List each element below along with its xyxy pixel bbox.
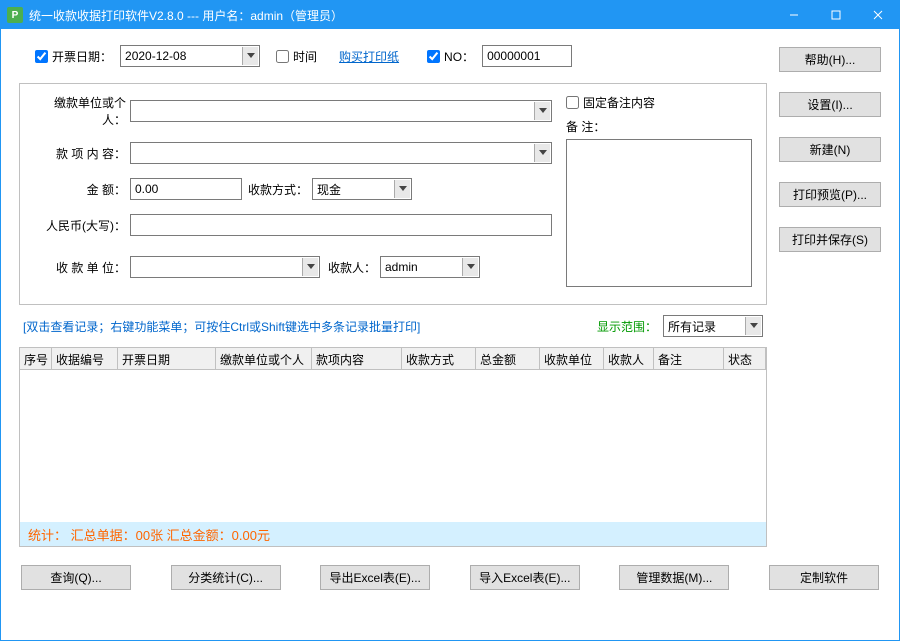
form-box: 缴款单位或个人： 款 项 内 容： [19, 83, 767, 305]
pay-method-label: 收款方式： [242, 181, 312, 198]
fixed-remark-checkbox[interactable]: 固定备注内容 [566, 94, 655, 111]
rmb-input[interactable] [130, 214, 552, 236]
column-header[interactable]: 备注 [654, 348, 724, 369]
custom-button[interactable]: 定制软件 [769, 565, 879, 590]
no-input[interactable]: 00000001 [482, 45, 572, 67]
rmb-label: 人民币(大写)： [34, 217, 130, 234]
chevron-down-icon [302, 258, 318, 276]
column-header[interactable]: 款项内容 [312, 348, 402, 369]
chevron-down-icon [462, 258, 478, 276]
no-label: NO： [444, 48, 474, 65]
range-label: 显示范围： [597, 318, 657, 335]
hint-text: [双击查看记录；右键功能菜单；可按住Ctrl或Shift键选中多条记录批量打印] [23, 318, 597, 335]
hint-row: [双击查看记录；右键功能菜单；可按住Ctrl或Shift键选中多条记录批量打印]… [19, 313, 767, 339]
help-button[interactable]: 帮助(H)... [779, 47, 881, 72]
window-controls [773, 1, 899, 29]
payee-combo[interactable]: admin [380, 256, 480, 278]
column-header[interactable]: 状态 [724, 348, 766, 369]
amount-input[interactable]: 0.00 [130, 178, 242, 200]
column-header[interactable]: 序号 [20, 348, 52, 369]
fixed-remark-label: 固定备注内容 [583, 94, 655, 111]
print-save-button[interactable]: 打印并保存(S) [779, 227, 881, 252]
side-panel: 帮助(H)... 设置(I)... 新建(N) 打印预览(P)... 打印并保存… [779, 41, 881, 547]
payee-value: admin [385, 260, 462, 274]
preview-button[interactable]: 打印预览(P)... [779, 182, 881, 207]
column-header[interactable]: 收款人 [604, 348, 654, 369]
chevron-down-icon [534, 144, 550, 162]
fixed-remark-check[interactable] [566, 96, 579, 109]
time-label: 时间 [293, 48, 317, 65]
form-left: 缴款单位或个人： 款 项 内 容： [34, 94, 552, 290]
titlebar-text: 统一收款收据打印软件V2.8.0 --- 用户名：admin（管理员） [29, 7, 773, 24]
records-grid: 序号收据编号开票日期缴款单位或个人款项内容收款方式总金额收款单位收款人备注状态 … [19, 347, 767, 547]
payee-label: 收款人： [320, 259, 380, 276]
settings-button[interactable]: 设置(I)... [779, 92, 881, 117]
invoice-date-value: 2020-12-08 [125, 49, 242, 63]
no-check[interactable] [427, 50, 440, 63]
invoice-date-picker[interactable]: 2020-12-08 [120, 45, 260, 67]
stats-button[interactable]: 分类统计(C)... [171, 565, 281, 590]
column-header[interactable]: 缴款单位或个人 [216, 348, 312, 369]
content-combo[interactable] [130, 142, 552, 164]
grid-totals: 统计： 汇总单据：00张 汇总金额：0.00元 [20, 522, 766, 546]
payee-unit-combo[interactable] [130, 256, 320, 278]
export-button[interactable]: 导出Excel表(E)... [320, 565, 430, 590]
maximize-button[interactable] [815, 1, 857, 29]
app-window: P 统一收款收据打印软件V2.8.0 --- 用户名：admin（管理员） 开票… [0, 0, 900, 641]
no-checkbox[interactable]: NO： [427, 48, 474, 65]
close-button[interactable] [857, 1, 899, 29]
no-value: 00000001 [487, 49, 540, 63]
query-button[interactable]: 查询(Q)... [21, 565, 131, 590]
column-header[interactable]: 收款单位 [540, 348, 604, 369]
amount-label: 金 额： [34, 181, 130, 198]
header-row: 开票日期： 2020-12-08 时间 购买打印纸 NO： [19, 41, 767, 75]
invoice-date-label: 开票日期： [52, 48, 112, 65]
remark-label: 备 注： [566, 118, 752, 135]
new-button[interactable]: 新建(N) [779, 137, 881, 162]
column-header[interactable]: 收款方式 [402, 348, 476, 369]
chevron-down-icon [534, 102, 550, 120]
grid-body[interactable] [20, 370, 766, 522]
column-header[interactable]: 开票日期 [118, 348, 216, 369]
range-value: 所有记录 [668, 318, 745, 335]
buy-paper-link[interactable]: 购买打印纸 [339, 48, 399, 65]
manage-button[interactable]: 管理数据(M)... [619, 565, 729, 590]
amount-value: 0.00 [135, 182, 158, 196]
titlebar: P 统一收款收据打印软件V2.8.0 --- 用户名：admin（管理员） [1, 1, 899, 29]
top-area: 开票日期： 2020-12-08 时间 购买打印纸 NO： [19, 41, 881, 547]
form-right: 固定备注内容 备 注： [566, 94, 752, 290]
chevron-down-icon [745, 317, 761, 335]
chevron-down-icon [242, 47, 258, 65]
content-label: 款 项 内 容： [34, 145, 130, 162]
chevron-down-icon [394, 180, 410, 198]
bottom-buttons: 查询(Q)... 分类统计(C)... 导出Excel表(E)... 导入Exc… [19, 559, 881, 590]
invoice-date-check[interactable] [35, 50, 48, 63]
range-combo[interactable]: 所有记录 [663, 315, 763, 337]
invoice-date-checkbox[interactable]: 开票日期： [35, 48, 112, 65]
payer-combo[interactable] [130, 100, 552, 122]
time-checkbox[interactable]: 时间 [276, 48, 317, 65]
time-check[interactable] [276, 50, 289, 63]
payee-unit-label: 收 款 单 位： [34, 259, 130, 276]
column-header[interactable]: 总金额 [476, 348, 540, 369]
column-header[interactable]: 收据编号 [52, 348, 118, 369]
pay-method-value: 现金 [317, 181, 394, 198]
grid-header: 序号收据编号开票日期缴款单位或个人款项内容收款方式总金额收款单位收款人备注状态 [20, 348, 766, 370]
app-icon: P [7, 7, 23, 23]
import-button[interactable]: 导入Excel表(E)... [470, 565, 580, 590]
remark-textarea[interactable] [566, 139, 752, 287]
pay-method-combo[interactable]: 现金 [312, 178, 412, 200]
minimize-button[interactable] [773, 1, 815, 29]
main-panel: 开票日期： 2020-12-08 时间 购买打印纸 NO： [19, 41, 767, 547]
payer-label: 缴款单位或个人： [34, 94, 130, 128]
content-area: 开票日期： 2020-12-08 时间 购买打印纸 NO： [1, 29, 899, 640]
